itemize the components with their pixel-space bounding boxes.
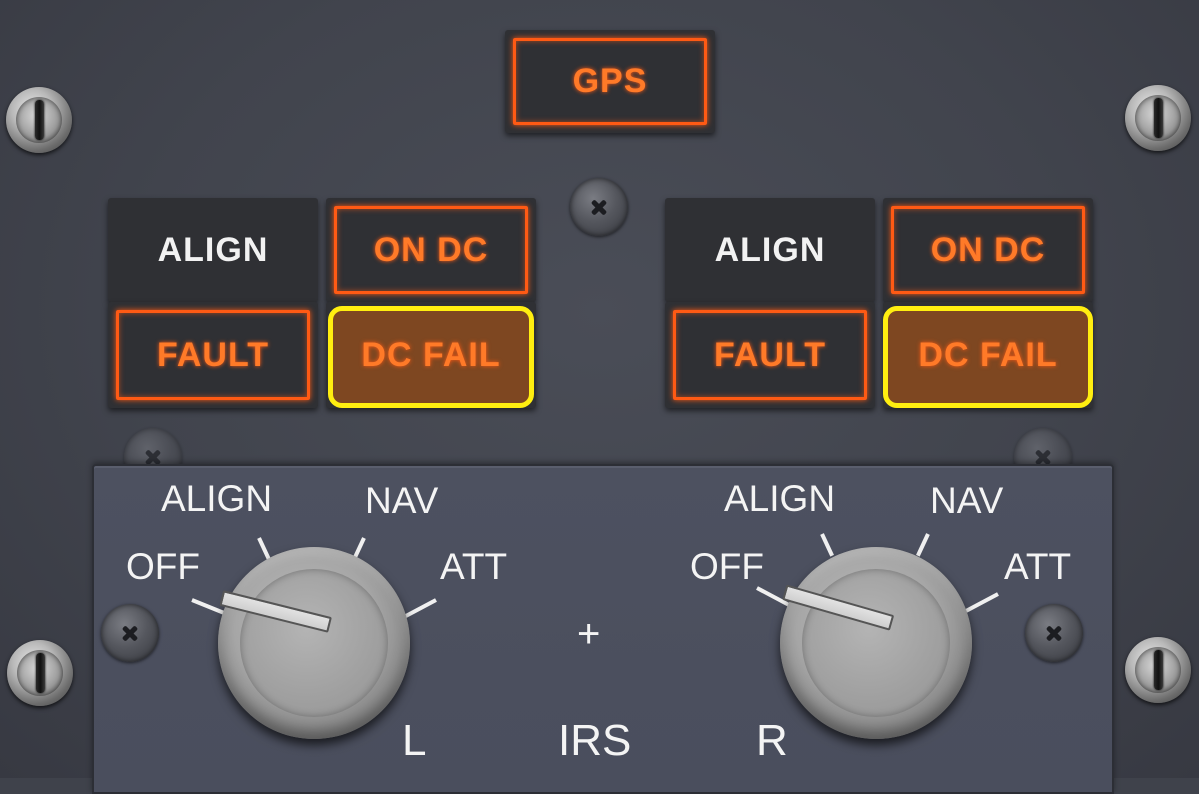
left-selector-off-label: OFF — [126, 546, 200, 587]
right-align-light[interactable]: ALIGN — [665, 198, 875, 302]
left-side-label: L — [402, 716, 427, 765]
right-fault-light[interactable]: FAULT — [665, 302, 875, 408]
right-selector-att-label: ATT — [1004, 546, 1072, 587]
gps-light-label: GPS — [572, 62, 648, 100]
left-selector-nav-label: NAV — [365, 480, 439, 521]
right-selector-align-label: ALIGN — [724, 478, 836, 519]
right-selector-off-label: OFF — [690, 546, 764, 587]
left-dc-fail-label: DC FAIL — [361, 335, 501, 374]
right-align-label: ALIGN — [714, 230, 826, 269]
selector-panel-screw-left — [101, 604, 159, 662]
right-mode-selector-knob[interactable] — [780, 547, 972, 739]
irs-overhead-panel: GPS ALIGN ON DC FAULT DC FAIL ALIGN ON D… — [0, 0, 1199, 794]
left-selector-att-label: ATT — [440, 546, 508, 587]
left-fault-label: FAULT — [156, 335, 269, 374]
left-mode-selector-knob[interactable] — [218, 547, 410, 739]
center-plus-mark: + — [577, 612, 601, 656]
right-dc-fail-light[interactable]: DC FAIL — [883, 302, 1093, 408]
panel-screw-top-left — [6, 87, 72, 153]
left-align-label: ALIGN — [157, 230, 269, 269]
right-dc-fail-label: DC FAIL — [918, 335, 1058, 374]
left-on-dc-light[interactable]: ON DC — [326, 198, 536, 302]
right-on-dc-label: ON DC — [930, 230, 1046, 269]
left-on-dc-label: ON DC — [373, 230, 489, 269]
irs-label: IRS — [558, 716, 632, 765]
right-fault-label: FAULT — [713, 335, 826, 374]
right-knob-pointer — [782, 584, 895, 631]
left-knob-pointer — [219, 590, 332, 633]
panel-screw-top-right — [1125, 85, 1191, 151]
gps-light[interactable]: GPS — [505, 30, 715, 133]
panel-screw-bottom-right — [1125, 637, 1191, 703]
left-selector-align-label: ALIGN — [161, 478, 273, 519]
right-selector-nav-label: NAV — [930, 480, 1004, 521]
right-on-dc-light[interactable]: ON DC — [883, 198, 1093, 302]
selector-panel-screw-right — [1025, 604, 1083, 662]
left-dc-fail-light[interactable]: DC FAIL — [326, 302, 536, 408]
panel-screw-bottom-left — [7, 640, 73, 706]
left-fault-light[interactable]: FAULT — [108, 302, 318, 408]
center-screw — [570, 178, 628, 236]
right-side-label: R — [756, 716, 788, 765]
left-align-light[interactable]: ALIGN — [108, 198, 318, 302]
